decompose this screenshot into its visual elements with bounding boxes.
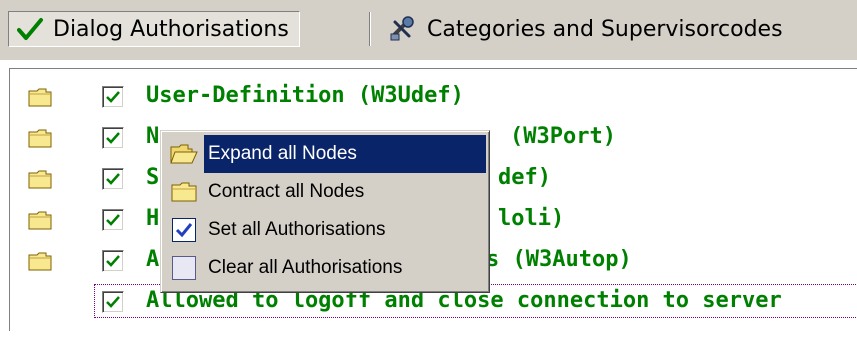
tab-dialog-authorisations[interactable]: Dialog Authorisations <box>8 11 300 47</box>
tree-node-label-tail[interactable]: def) <box>498 165 551 190</box>
tab-categories-and-supervisorcodes[interactable]: Categories and Supervisorcodes <box>383 11 789 47</box>
tree-node-label-tail[interactable]: (W3Port) <box>510 124 616 149</box>
checkbox[interactable] <box>102 291 124 313</box>
menu-item-label: Expand all Nodes <box>208 143 357 164</box>
menu-item-label: Contract all Nodes <box>208 181 365 202</box>
tree-node-label-tail[interactable]: loli) <box>498 206 564 231</box>
folder-icon <box>164 181 204 203</box>
tree-node-label-tail[interactable]: s (W3Autop) <box>486 247 632 272</box>
tab-label: Dialog Authorisations <box>53 16 289 42</box>
folder-icon[interactable] <box>28 210 52 234</box>
tools-icon <box>389 16 417 42</box>
tab-label: Categories and Supervisorcodes <box>427 16 783 42</box>
checkbox[interactable] <box>102 86 124 108</box>
folder-icon[interactable] <box>28 169 52 193</box>
tree-node[interactable]: User-Definition (W3Udef) <box>10 77 857 117</box>
menu-item-set-all-authorisations[interactable]: Set all Authorisations <box>164 211 486 249</box>
menu-item-label: Set all Authorisations <box>208 219 386 240</box>
empty-box-icon <box>164 256 204 280</box>
checkbox[interactable] <box>102 209 124 231</box>
checkbox[interactable] <box>102 168 124 190</box>
tree-node-label[interactable]: H <box>146 206 159 231</box>
folder-icon[interactable] <box>28 251 52 275</box>
menu-item-label: Clear all Authorisations <box>208 257 403 278</box>
toolbar-separator <box>369 12 371 46</box>
folder-icon[interactable] <box>28 128 52 152</box>
checked-box-icon <box>164 218 204 242</box>
tree-node-label[interactable]: S <box>146 165 159 190</box>
tree-node-label[interactable]: N <box>146 124 159 149</box>
tree-node-label[interactable]: A <box>146 247 159 272</box>
checkbox[interactable] <box>102 127 124 149</box>
checkbox[interactable] <box>102 250 124 272</box>
tree-node-label[interactable]: User-Definition (W3Udef) <box>146 83 464 108</box>
menu-item-contract-all-nodes[interactable]: Contract all Nodes <box>164 173 486 211</box>
folder-icon[interactable] <box>28 87 52 111</box>
context-menu: Expand all Nodes Contract all Nodes Set … <box>160 130 490 293</box>
toolbar: Dialog Authorisations Categories and Sup… <box>0 0 857 60</box>
checkmark-icon <box>17 17 43 41</box>
open-folder-icon <box>164 143 204 165</box>
menu-item-expand-all-nodes[interactable]: Expand all Nodes <box>164 135 486 173</box>
menu-item-clear-all-authorisations[interactable]: Clear all Authorisations <box>164 249 486 287</box>
